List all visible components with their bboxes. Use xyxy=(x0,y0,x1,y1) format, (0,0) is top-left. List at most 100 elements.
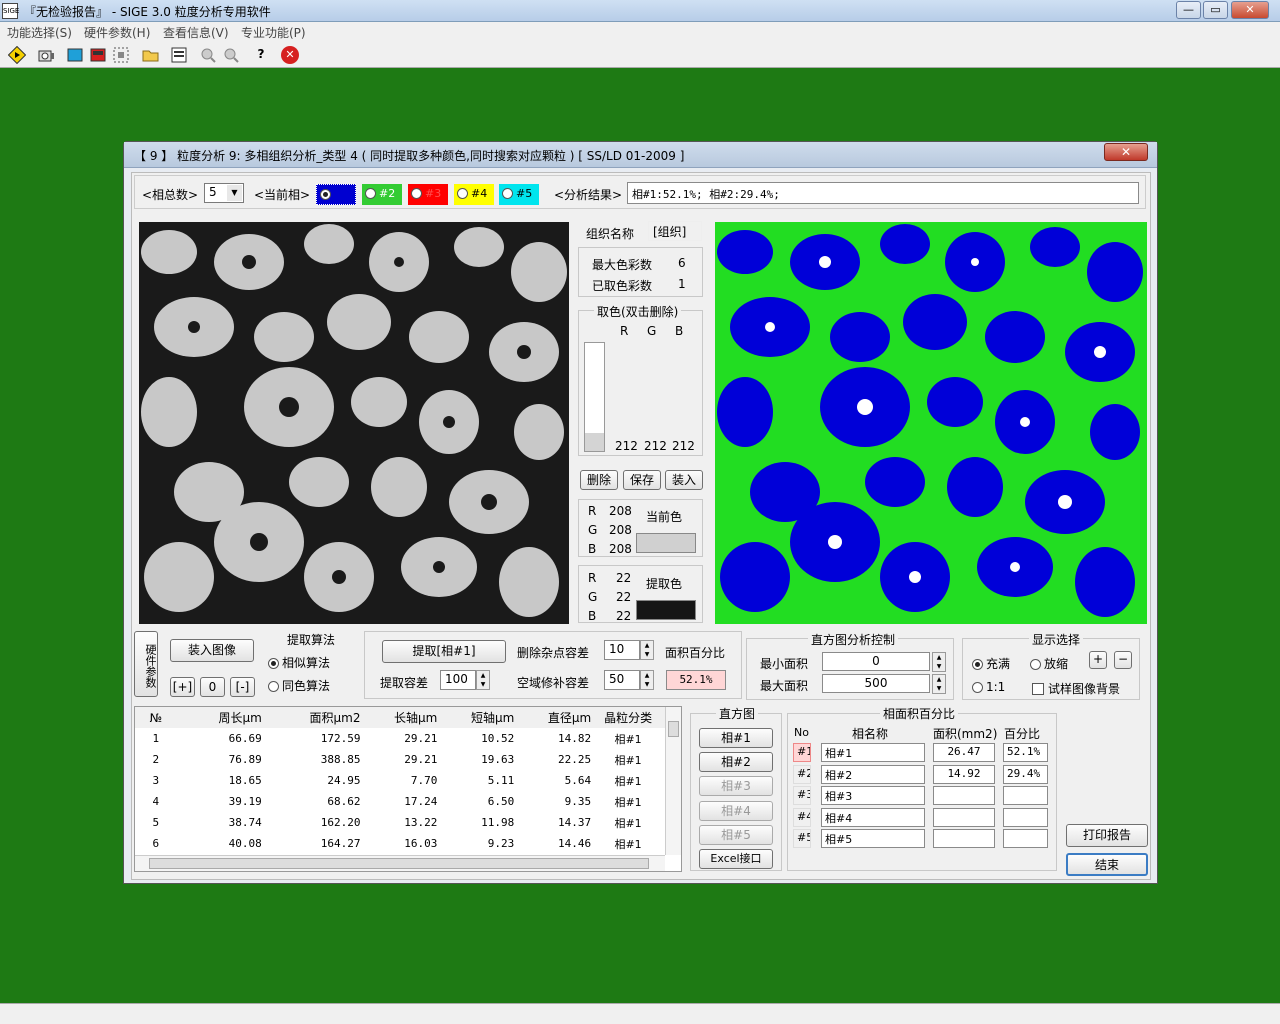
phase-radio-1[interactable] xyxy=(316,184,356,205)
table-vertical-scrollbar[interactable] xyxy=(665,707,681,855)
extract-g-value: 22 xyxy=(616,590,632,604)
phase-area-row-area[interactable] xyxy=(933,807,995,827)
micrograph-gray-image[interactable] xyxy=(139,222,569,624)
camera-icon[interactable] xyxy=(37,46,55,64)
zoom-reset-button[interactable]: 0 xyxy=(200,677,225,697)
table-row[interactable]: 1 66.69 172.59 29.21 10.52 14.82 相#1 xyxy=(135,728,665,749)
load-image-button[interactable]: 装入图像 xyxy=(170,639,254,662)
extract-phase-button[interactable]: 提取[相#1] xyxy=(382,640,506,663)
red-screen-icon[interactable] xyxy=(89,46,107,64)
phase-area-row-area[interactable]: 26.47 xyxy=(933,743,995,762)
phase-area-row-name[interactable]: 相#4 xyxy=(821,807,925,827)
menu-function-select[interactable]: 功能选择(S) xyxy=(7,24,72,41)
phase-area-row-pct[interactable]: 52.1% xyxy=(1003,743,1048,762)
algo-similar-radio[interactable]: 相似算法 xyxy=(268,654,330,671)
display-zoom-radio[interactable]: 放缩 xyxy=(1030,655,1068,672)
phase-area-row-area[interactable] xyxy=(933,829,995,848)
table-row[interactable]: 2 76.89 388.85 29.21 19.63 22.25 相#1 xyxy=(135,749,665,770)
zoom-out-icon[interactable] xyxy=(222,46,240,64)
phase-area-row-no[interactable]: #4 xyxy=(793,807,811,827)
picked-color-swatch[interactable] xyxy=(585,433,604,451)
picked-color-list[interactable] xyxy=(584,342,605,452)
histogram-phase-1-button[interactable]: 相#1 xyxy=(699,728,773,748)
display-zoom-out-button[interactable]: − xyxy=(1114,651,1132,669)
display-fill-radio[interactable]: 充满 xyxy=(972,655,1010,672)
noise-tol-input[interactable]: 10 xyxy=(604,640,640,660)
menu-hardware-params[interactable]: 硬件参数(H) xyxy=(84,24,150,41)
extract-tol-spinner[interactable]: ▲ ▼ xyxy=(476,670,490,690)
maximize-button[interactable]: ▭ xyxy=(1203,1,1228,19)
display-zoom-in-button[interactable]: + xyxy=(1089,651,1107,669)
dialog-title: 【 9 】 粒度分析 9: 多相组织分析_类型 4 ( 同时提取多种颜色,同时搜… xyxy=(134,149,685,163)
play-diamond-icon[interactable] xyxy=(7,45,27,65)
phase-area-row-name[interactable]: 相#2 xyxy=(821,764,925,784)
min-area-input[interactable]: 0 xyxy=(822,652,930,671)
checkbox-icon xyxy=(1032,683,1044,695)
table-cell: 14.37 xyxy=(558,816,592,829)
phase-area-row-name[interactable]: 相#3 xyxy=(821,786,925,805)
dialog-close-button[interactable]: ✕ xyxy=(1104,143,1148,161)
phase-area-row-pct[interactable] xyxy=(1003,807,1048,827)
algo-same-radio[interactable]: 同色算法 xyxy=(268,677,330,694)
phase-area-row-name[interactable]: 相#5 xyxy=(821,829,925,848)
save-color-button[interactable]: 保存 xyxy=(623,470,661,490)
menu-view-info[interactable]: 查看信息(V) xyxy=(163,24,229,41)
max-area-spinner[interactable]: ▲ ▼ xyxy=(932,674,946,694)
grid-icon[interactable] xyxy=(112,46,130,64)
menu-professional[interactable]: 专业功能(P) xyxy=(241,24,306,41)
hardware-params-button[interactable]: 硬件参数 xyxy=(134,631,158,697)
phase-radio-2[interactable]: #2 xyxy=(362,184,402,205)
phase-area-row-pct[interactable] xyxy=(1003,829,1048,848)
min-area-spinner[interactable]: ▲ ▼ xyxy=(932,652,946,672)
open-folder-icon[interactable] xyxy=(142,46,160,64)
zoom-in-icon[interactable] xyxy=(199,46,217,64)
phase-area-row-no[interactable]: #3 xyxy=(793,786,811,805)
phase-radio-5[interactable]: #5 xyxy=(499,184,539,205)
phase-area-row-pct[interactable]: 29.4% xyxy=(1003,764,1048,784)
table-cell: 76.89 xyxy=(228,753,262,766)
histogram-phase-5-button[interactable]: 相#5 xyxy=(699,825,773,845)
phase-area-row-area[interactable]: 14.92 xyxy=(933,764,995,784)
zoom-in-button[interactable]: [+] xyxy=(170,677,195,697)
properties-icon[interactable] xyxy=(170,46,188,64)
print-report-button[interactable]: 打印报告 xyxy=(1066,824,1148,847)
table-row[interactable]: 3 18.65 24.95 7.70 5.11 5.64 相#1 xyxy=(135,770,665,791)
screen-icon[interactable] xyxy=(66,46,84,64)
max-area-input[interactable]: 500 xyxy=(822,674,930,693)
table-row[interactable]: 5 38.74 162.20 13.22 11.98 14.37 相#1 xyxy=(135,812,665,833)
close-window-button[interactable]: ✕ xyxy=(1231,1,1269,19)
close-circle-icon[interactable]: ✕ xyxy=(281,46,299,64)
sample-bg-checkbox[interactable]: 试样图像背景 xyxy=(1032,680,1120,697)
histogram-phase-3-button[interactable]: 相#3 xyxy=(699,776,773,796)
phase-area-row-area[interactable] xyxy=(933,786,995,805)
minimize-button[interactable]: — xyxy=(1176,1,1201,19)
histogram-phase-4-button[interactable]: 相#4 xyxy=(699,801,773,821)
fill-tol-spinner[interactable]: ▲ ▼ xyxy=(640,670,654,690)
table-horizontal-scrollbar[interactable] xyxy=(135,855,665,871)
help-icon[interactable]: ? xyxy=(252,46,270,64)
col-area: 面积μm2 xyxy=(309,711,361,725)
phase-area-row-no[interactable]: #5 xyxy=(793,829,811,848)
histogram-phase-2-button[interactable]: 相#2 xyxy=(699,752,773,772)
excel-export-button[interactable]: Excel接口 xyxy=(699,849,773,869)
display-1to1-radio[interactable]: 1:1 xyxy=(972,680,1005,694)
org-name-field[interactable]: [组织] xyxy=(648,221,702,241)
table-row[interactable]: 4 39.19 68.62 17.24 6.50 9.35 相#1 xyxy=(135,791,665,812)
phase-area-row-no[interactable]: #2 xyxy=(793,764,811,784)
phase-radio-4[interactable]: #4 xyxy=(454,184,494,205)
phase-area-row-pct[interactable] xyxy=(1003,786,1048,805)
particle-table[interactable]: № 周长μm 面积μm2 长轴μm 短轴μm 直径μm 晶粒分类 1 66.69 1… xyxy=(134,706,682,872)
end-button[interactable]: 结束 xyxy=(1066,853,1148,876)
phase-total-select[interactable]: 5 ▼ xyxy=(204,183,244,203)
noise-tol-spinner[interactable]: ▲ ▼ xyxy=(640,640,654,660)
segmented-phase-image[interactable] xyxy=(715,222,1147,624)
extract-tol-input[interactable]: 100 xyxy=(440,670,476,690)
load-color-button[interactable]: 装入 xyxy=(665,470,703,490)
table-row[interactable]: 6 40.08 164.27 16.03 9.23 14.46 相#1 xyxy=(135,833,665,854)
zoom-out-button[interactable]: [-] xyxy=(230,677,255,697)
phase-area-row-name[interactable]: 相#1 xyxy=(821,743,925,762)
phase-radio-3[interactable]: #3 xyxy=(408,184,448,205)
phase-area-row-no[interactable]: #1 xyxy=(793,743,811,762)
fill-tol-input[interactable]: 50 xyxy=(604,670,640,690)
delete-color-button[interactable]: 删除 xyxy=(580,470,618,490)
